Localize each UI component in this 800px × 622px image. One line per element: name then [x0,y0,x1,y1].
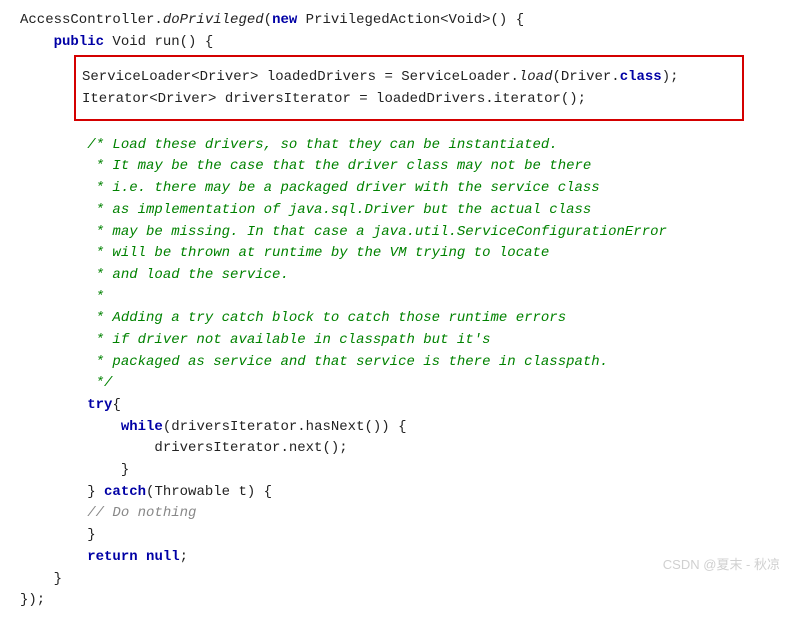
comment-line: * as implementation of java.sql.Driver b… [87,202,591,218]
next-line: driversIterator.next(); [154,440,347,456]
brace-line: } [87,527,95,543]
return-line: return null; [87,549,188,565]
catch-line: } catch(Throwable t) { [87,484,272,500]
comment-line: */ [87,375,112,391]
comment-line: * Adding a try catch block to catch thos… [87,310,566,326]
while-line: while(driversIterator.hasNext()) { [121,419,407,435]
hl-line2: Iterator<Driver> driversIterator = loade… [82,91,586,107]
comment-line: * and load the service. [87,267,289,283]
comment-line: * packaged as service and that service i… [87,354,608,370]
code-block-lower: /* Load these drivers, so that they can … [20,135,780,612]
highlighted-code: ServiceLoader<Driver> loadedDrivers = Se… [74,55,744,120]
highlight-content: ServiceLoader<Driver> loadedDrivers = Se… [82,67,736,110]
comment-line: * will be thrown at runtime by the VM tr… [87,245,549,261]
comment-line: * may be missing. In that case a java.ut… [87,224,667,240]
comment-line: * [87,289,104,305]
line-run-sig: public Void run() { [54,34,214,50]
code-block: AccessController.doPrivileged(new Privil… [20,10,780,53]
brace-line: } [121,462,129,478]
line-access: AccessController.doPrivileged(new Privil… [20,12,524,28]
comment-line: * i.e. there may be a packaged driver wi… [87,180,599,196]
comment-line: /* Load these drivers, so that they can … [87,137,557,153]
comment-line: * if driver not available in classpath b… [87,332,490,348]
comment-line: * It may be the case that the driver cla… [87,158,591,174]
hl-line1: ServiceLoader<Driver> loadedDrivers = Se… [82,69,679,85]
brace-line: } [54,571,62,587]
try-line: try{ [87,397,121,413]
closing-line: }); [20,592,45,608]
do-nothing-line: // Do nothing [87,505,196,521]
